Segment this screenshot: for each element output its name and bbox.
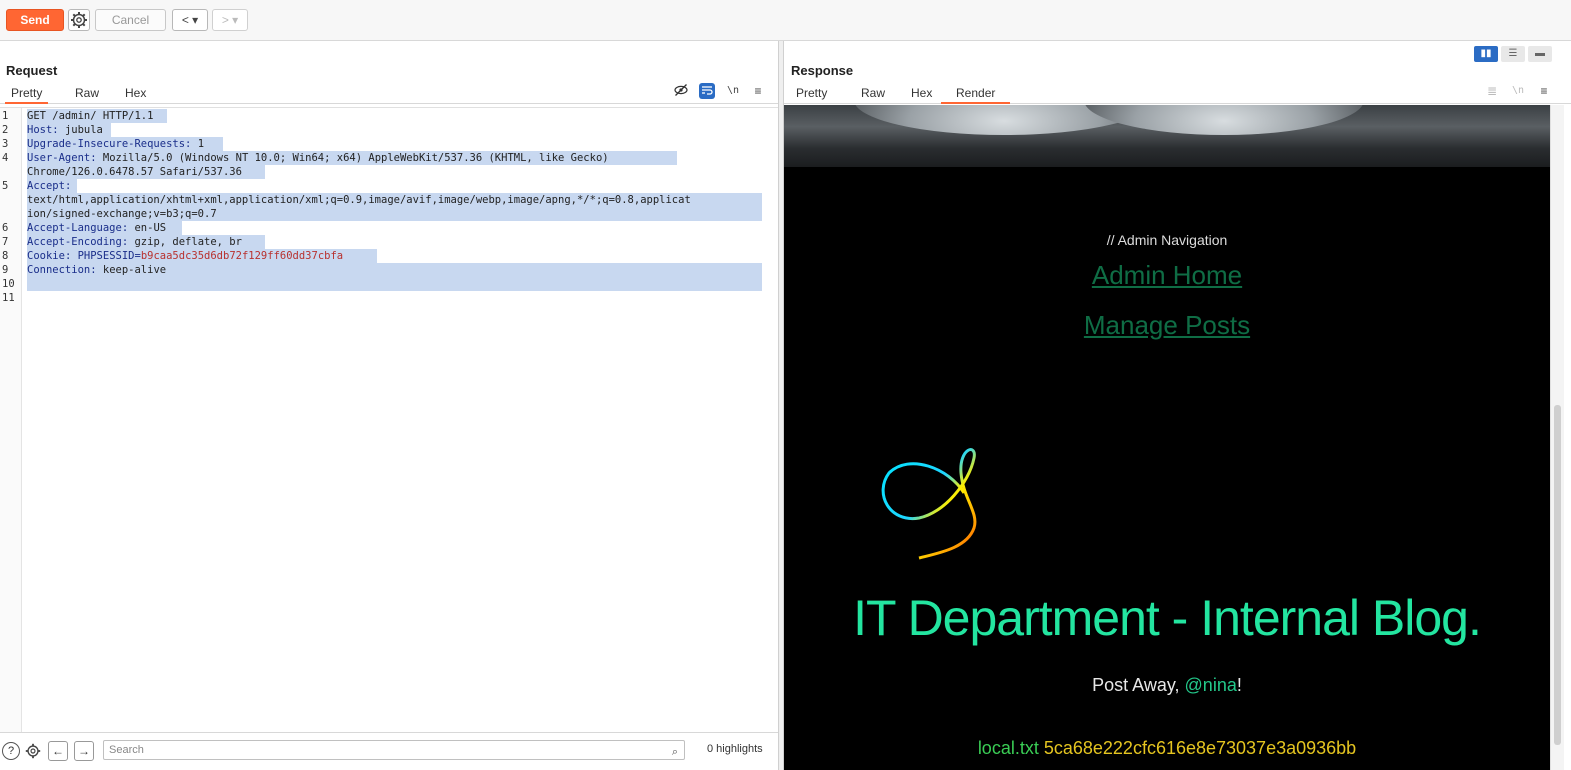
send-button[interactable]: Send	[6, 9, 64, 31]
back-button[interactable]: < ▾	[172, 9, 208, 31]
highlights-count: 0 highlights	[707, 743, 763, 755]
request-line: Accept-Language: en-US	[27, 222, 167, 234]
help-icon[interactable]: ?	[2, 742, 20, 760]
header-image	[784, 105, 1550, 167]
top-toolbar: Send Cancel < ▾ > ▾	[0, 0, 1571, 41]
request-line: Cookie: PHPSESSID=b9caa5dc35d6db72f129ff…	[27, 250, 344, 262]
layout-stacked-icon[interactable]: ☰	[1501, 46, 1525, 62]
gear-icon	[71, 12, 87, 28]
search-input[interactable]: Search ⌕	[103, 740, 685, 760]
tab-response-raw[interactable]: Raw	[855, 84, 891, 104]
tab-response-hex[interactable]: Hex	[905, 84, 938, 104]
line-number: 5	[2, 180, 9, 192]
line-number: 1	[2, 110, 9, 122]
line-number: 6	[2, 222, 9, 234]
admin-home-link[interactable]: Admin Home	[784, 260, 1550, 291]
blog-title: IT Department - Internal Blog.	[853, 590, 1482, 646]
request-line: GET /admin/ HTTP/1.1	[27, 110, 154, 122]
layout-toggles: ▮▮ ☰ ▬	[1474, 46, 1564, 62]
request-line: ion/signed-exchange;v=b3;q=0.7	[27, 208, 217, 220]
request-line: Chrome/126.0.6478.57 Safari/537.36	[27, 166, 242, 178]
swirl-logo	[881, 448, 977, 560]
menu-icon[interactable]: ≡	[750, 83, 766, 99]
tab-response-pretty[interactable]: Pretty	[790, 84, 833, 104]
line-number: 3	[2, 138, 9, 150]
newline-icon[interactable]: \n	[1510, 83, 1526, 99]
request-line: User-Agent: Mozilla/5.0 (Windows NT 10.0…	[27, 152, 609, 164]
request-pane: Request Pretty Raw Hex \n ≡ 1 2 3 4 5 6 …	[0, 41, 778, 770]
line-number: 7	[2, 236, 9, 248]
line-number: 4	[2, 152, 9, 164]
search-placeholder: Search	[109, 744, 144, 756]
tab-request-hex[interactable]: Hex	[119, 84, 152, 104]
response-tabs: Pretty Raw Hex Render	[790, 84, 1090, 104]
admin-navigation-label: // Admin Navigation	[1106, 232, 1228, 248]
next-match-button[interactable]: →	[74, 741, 94, 761]
search-settings-button[interactable]	[24, 742, 42, 760]
flag-value: 5ca68e222cfc616e8e73037e3a0936bb	[1043, 738, 1357, 758]
layout-side-by-side-icon[interactable]: ▮▮	[1474, 46, 1498, 62]
line-number: 8	[2, 250, 9, 262]
request-line: text/html,application/xhtml+xml,applicat…	[27, 194, 691, 206]
response-pane: ▮▮ ☰ ▬ Response Pretty Raw Hex Render ≣ …	[784, 41, 1571, 770]
search-icon: ⌕	[671, 746, 678, 758]
line-number: 10	[2, 278, 15, 290]
wrap-lines-icon[interactable]	[699, 83, 715, 99]
hide-eye-icon[interactable]	[673, 83, 689, 99]
settings-button[interactable]	[68, 9, 90, 31]
scrollbar-thumb[interactable]	[1554, 405, 1561, 745]
request-title: Request	[6, 63, 58, 78]
post-away-suffix: !	[1236, 675, 1242, 695]
menu-icon[interactable]: ≡	[1536, 83, 1552, 99]
newline-icon[interactable]: \n	[725, 83, 741, 99]
request-line: Accept:	[27, 180, 72, 192]
flag-key: local.txt	[977, 738, 1039, 758]
request-line: Accept-Encoding: gzip, deflate, br	[27, 236, 242, 248]
local-flag: local.txt 5ca68e222cfc616e8e73037e3a0936…	[784, 738, 1550, 759]
line-number: 2	[2, 124, 9, 136]
request-line: Connection: keep-alive	[27, 264, 167, 276]
rendered-page: // Admin Navigation Admin Home Manage Po…	[784, 105, 1550, 770]
response-title: Response	[791, 63, 854, 78]
wrap-lines-icon[interactable]: ≣	[1484, 83, 1500, 99]
request-bottom-bar: ? ← → Search ⌕ 0 highlights	[0, 732, 778, 770]
cancel-button[interactable]: Cancel	[95, 9, 166, 31]
request-editor[interactable]: 1 2 3 4 5 6 7 8 9 10 11 GET /admin/ HTTP…	[0, 107, 778, 733]
previous-match-button[interactable]: ←	[48, 741, 68, 761]
post-away-text: Post Away, @nina!	[784, 675, 1550, 696]
line-gutter	[0, 108, 22, 733]
forward-button[interactable]: > ▾	[212, 9, 248, 31]
request-line: Upgrade-Insecure-Requests: 1	[27, 138, 205, 150]
request-tabs: Pretty Raw Hex	[5, 84, 305, 104]
tab-response-render[interactable]: Render	[941, 84, 1011, 104]
line-number: 9	[2, 264, 9, 276]
line-number: 11	[2, 292, 15, 304]
tab-request-raw[interactable]: Raw	[69, 84, 105, 104]
tab-request-pretty[interactable]: Pretty	[5, 84, 49, 104]
post-away-prefix: Post Away,	[1092, 675, 1185, 695]
user-mention[interactable]: @nina	[1185, 675, 1237, 695]
layout-single-icon[interactable]: ▬	[1528, 46, 1552, 62]
response-scrollbar[interactable]	[1550, 105, 1564, 770]
gear-icon	[25, 743, 41, 759]
request-line: Host: jubula	[27, 124, 103, 136]
manage-posts-link[interactable]: Manage Posts	[784, 310, 1550, 341]
